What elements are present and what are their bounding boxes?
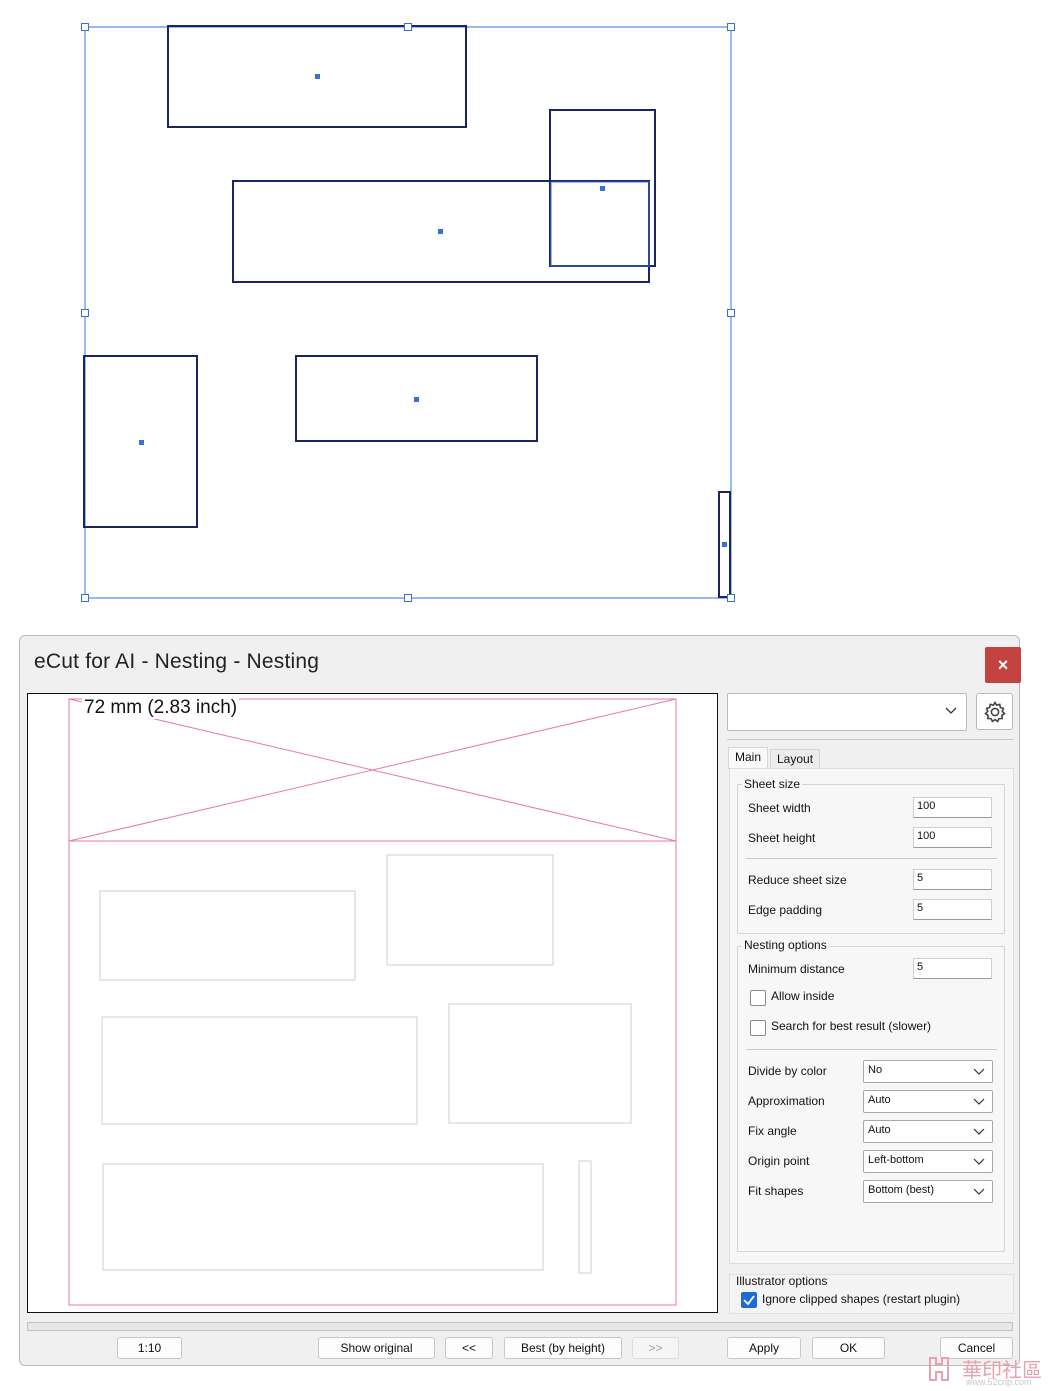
reduce-sheet-size-label: Reduce sheet size [748, 873, 847, 887]
preview-dimension-label: 72 mm (2.83 inch) [82, 697, 240, 719]
apply-button[interactable]: Apply [727, 1337, 801, 1359]
best-result-button[interactable]: Best (by height) [504, 1337, 622, 1359]
origin-point-label: Origin point [748, 1154, 810, 1168]
ignore-clipped-label: Ignore clipped shapes (restart plugin) [762, 1292, 961, 1306]
sheet-size-title: Sheet size [742, 777, 803, 791]
allow-inside-checkbox[interactable] [750, 990, 766, 1006]
progress-bar [27, 1322, 1013, 1331]
fit-shapes-select[interactable]: Bottom (best) [863, 1180, 993, 1203]
nesting-dialog: eCut for AI - Nesting - Nesting × 72 mm … [19, 635, 1021, 1366]
reduce-sheet-size-input[interactable]: 5 [913, 869, 992, 890]
close-icon: × [997, 654, 1009, 675]
fix-angle-label: Fix angle [748, 1124, 797, 1138]
gear-icon [983, 700, 1006, 723]
preset-dropdown[interactable] [727, 693, 967, 731]
fix-angle-select[interactable]: Auto [863, 1120, 993, 1143]
tabs-separator [727, 739, 1014, 740]
fit-shapes-label: Fit shapes [748, 1184, 804, 1198]
illustrator-options-group: Illustrator options Ignore clipped shape… [729, 1274, 1014, 1314]
minimum-distance-input[interactable]: 5 [913, 958, 992, 979]
fix-angle-value: Auto [868, 1124, 891, 1136]
edge-padding-input[interactable]: 5 [913, 899, 992, 920]
checkmark-icon [743, 1295, 755, 1306]
previous-result-button[interactable]: << [445, 1337, 493, 1359]
allow-inside-label: Allow inside [771, 989, 835, 1003]
divide-by-color-label: Divide by color [748, 1064, 827, 1078]
minimum-distance-label: Minimum distance [748, 962, 845, 976]
main-tab-panel: Sheet size Sheet width 100 Sheet height … [729, 768, 1014, 1264]
close-button[interactable]: × [985, 647, 1021, 683]
nesting-options-separator [746, 1049, 997, 1050]
watermark-url: www.52cnp.com [966, 1377, 1032, 1387]
nested-shape-6 [578, 1160, 592, 1274]
nested-shape-1 [99, 890, 356, 981]
chevron-down-icon [973, 1158, 985, 1165]
chevron-down-icon [973, 1098, 985, 1105]
tab-main[interactable]: Main [728, 747, 769, 769]
sheet-width-label: Sheet width [748, 801, 811, 815]
ok-button[interactable]: OK [812, 1337, 885, 1359]
selection-bounding-box[interactable] [84, 26, 732, 599]
next-result-button[interactable]: >> [632, 1337, 679, 1359]
chevron-down-icon [945, 707, 957, 714]
edge-padding-label: Edge padding [748, 903, 823, 917]
chevron-down-icon [973, 1188, 985, 1195]
approximation-value: Auto [868, 1094, 891, 1106]
nested-shape-5 [102, 1163, 544, 1271]
scale-button[interactable]: 1:10 [117, 1337, 182, 1359]
nesting-preview[interactable]: 72 mm (2.83 inch) [27, 693, 718, 1313]
origin-point-select[interactable]: Left-bottom [863, 1150, 993, 1173]
nested-shape-2 [386, 854, 554, 966]
watermark-logo-icon [929, 1357, 949, 1381]
fit-shapes-value: Bottom (best) [868, 1184, 935, 1196]
artboard-canvas [81, 23, 735, 602]
sheet-height-input[interactable]: 100 [913, 827, 992, 848]
shape-rect-overlap [550, 181, 650, 267]
illustrator-artboard [0, 0, 1056, 625]
nested-shape-4 [448, 1003, 632, 1124]
approximation-select[interactable]: Auto [863, 1090, 993, 1113]
sheet-size-separator [746, 858, 997, 859]
sheet-outline [68, 698, 677, 1306]
chevron-down-icon [973, 1128, 985, 1135]
settings-button[interactable] [976, 693, 1013, 730]
origin-point-value: Left-bottom [868, 1154, 924, 1166]
watermark: 華印社區 www.52cnp.com [926, 1352, 1054, 1387]
sheet-height-label: Sheet height [748, 831, 816, 845]
show-original-button[interactable]: Show original [318, 1337, 435, 1359]
search-best-label: Search for best result (slower) [771, 1019, 932, 1033]
ignore-clipped-checkbox[interactable] [741, 1292, 757, 1308]
illustrator-options-title: Illustrator options [736, 1274, 828, 1288]
sheet-width-input[interactable]: 100 [913, 797, 992, 818]
shape-center-points [139, 74, 727, 547]
approximation-label: Approximation [748, 1094, 825, 1108]
chevron-down-icon [973, 1068, 985, 1075]
nesting-options-title: Nesting options [742, 938, 829, 952]
divide-by-color-value: No [868, 1064, 883, 1076]
search-best-checkbox[interactable] [750, 1020, 766, 1036]
divide-by-color-select[interactable]: No [863, 1060, 993, 1083]
preview-canvas [68, 698, 677, 1306]
tab-layout[interactable]: Layout [770, 749, 821, 769]
nested-shape-3 [101, 1016, 418, 1125]
dialog-title: eCut for AI - Nesting - Nesting [34, 650, 320, 673]
